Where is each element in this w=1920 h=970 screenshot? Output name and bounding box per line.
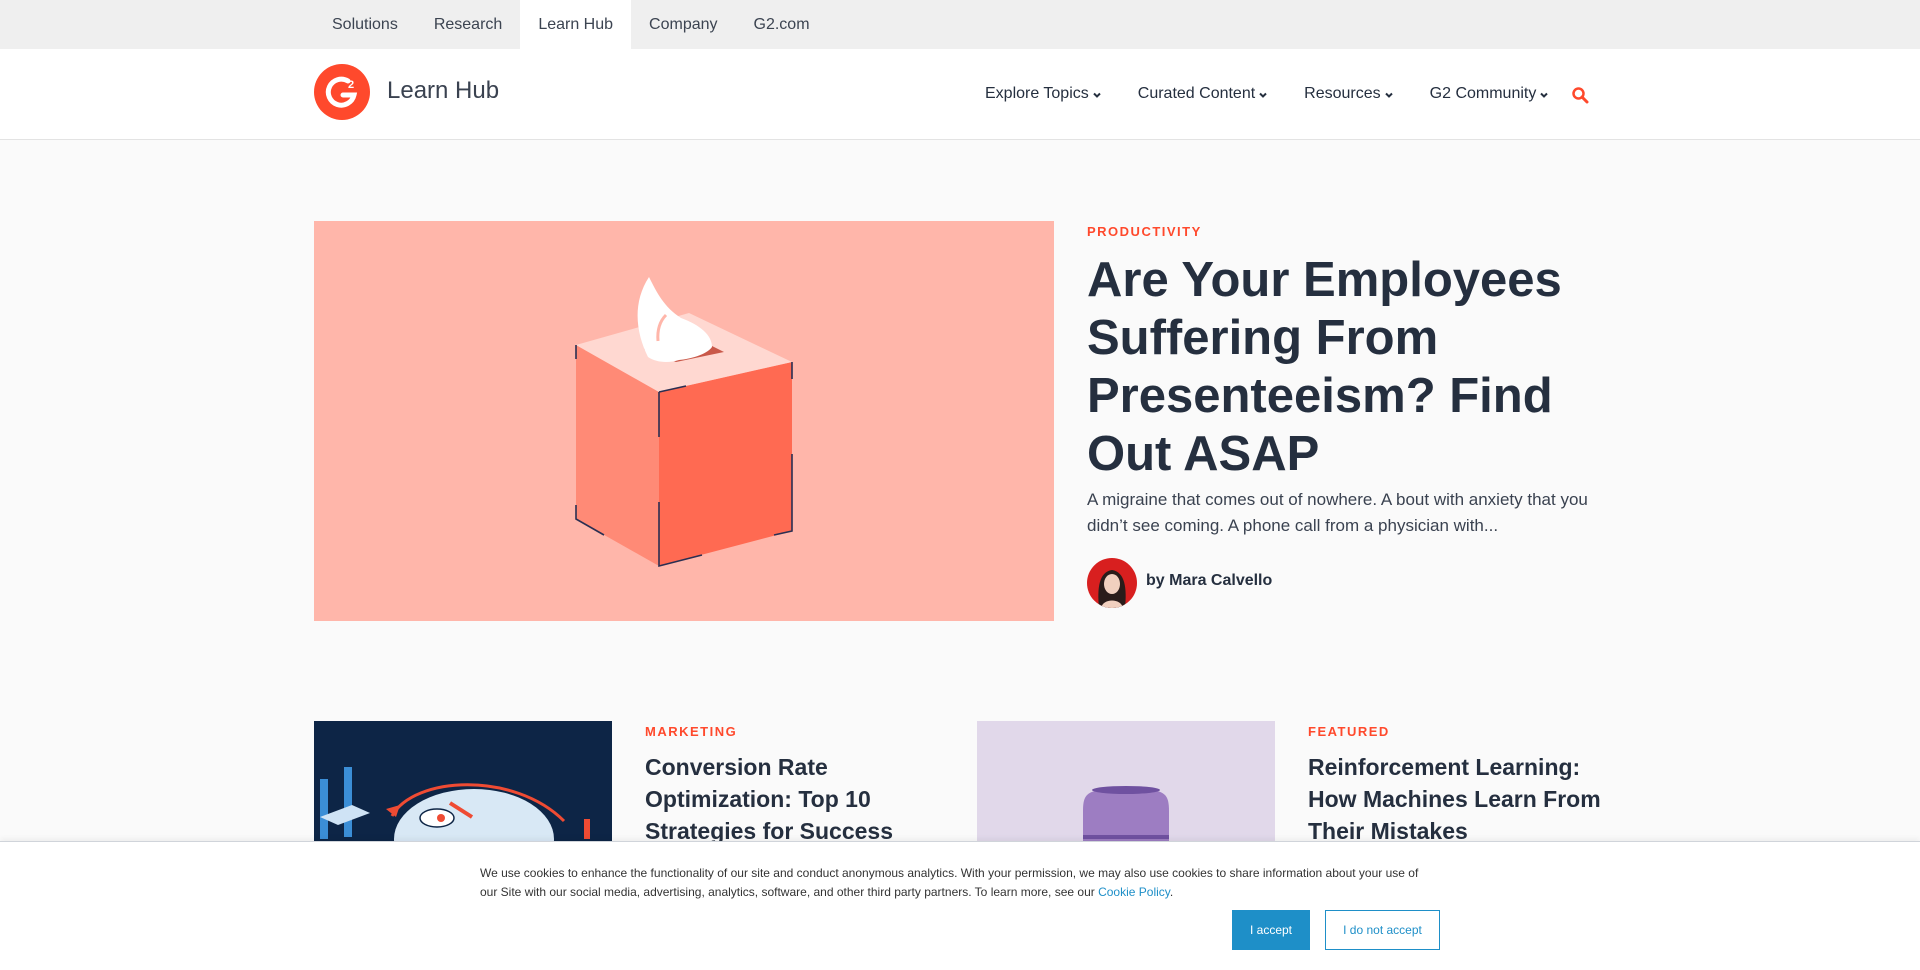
nav-resources-label: Resources — [1304, 85, 1381, 102]
hero-excerpt: A migraine that comes out of nowhere. A … — [1087, 490, 1588, 535]
main-nav: Explore Topics Curated Content Resources… — [985, 85, 1585, 103]
avatar[interactable] — [1087, 558, 1137, 608]
top-tab-company[interactable]: Company — [631, 0, 735, 49]
cookie-message-end: . — [1169, 885, 1174, 899]
decline-cookies-button[interactable]: I do not accept — [1325, 910, 1440, 950]
nav-explore-topics-label: Explore Topics — [985, 85, 1089, 102]
chevron-down-icon — [1384, 92, 1393, 98]
nav-curated-content[interactable]: Curated Content — [1138, 85, 1268, 103]
hero-image[interactable] — [314, 221, 1054, 621]
hero-title[interactable]: Are Your Employees Suffering From Presen… — [1087, 251, 1627, 483]
card-illustration-marketing — [320, 767, 590, 841]
card-illustration-featured — [1083, 786, 1169, 841]
g2-logo[interactable]: 2 — [314, 64, 370, 120]
top-tab-solutions[interactable]: Solutions — [314, 0, 416, 49]
card-title-conversion-rate[interactable]: Conversion Rate Optimization: Top 10 Str… — [645, 751, 955, 847]
cookie-text: We use cookies to enhance the functional… — [480, 864, 1430, 902]
chevron-down-icon — [1540, 92, 1549, 98]
hero-category[interactable]: PRODUCTIVITY — [1087, 224, 1202, 239]
top-tabs: Solutions Research Learn Hub Company G2.… — [314, 0, 828, 49]
top-utility-bar: Solutions Research Learn Hub Company G2.… — [0, 0, 1920, 49]
card-category-marketing[interactable]: MARKETING — [645, 724, 737, 739]
nav-g2-community[interactable]: G2 Community — [1430, 85, 1550, 103]
card-image-featured[interactable] — [977, 721, 1275, 841]
top-tab-research[interactable]: Research — [416, 0, 520, 49]
site-title[interactable]: Learn Hub — [387, 77, 499, 105]
nav-resources[interactable]: Resources — [1304, 85, 1393, 103]
main-header: 2 Learn Hub Explore Topics Curated Conte… — [0, 49, 1920, 140]
svg-text:2: 2 — [348, 79, 354, 91]
nav-g2-community-label: G2 Community — [1429, 85, 1537, 102]
search-icon[interactable] — [1571, 86, 1589, 104]
cookie-policy-link[interactable]: Cookie Policy — [1098, 885, 1170, 899]
card-category-featured[interactable]: FEATURED — [1308, 724, 1390, 739]
chevron-down-icon — [1093, 92, 1101, 98]
g2-logo-icon: 2 — [325, 76, 358, 108]
card-image-marketing[interactable] — [314, 721, 612, 841]
cookie-message: We use cookies to enhance the functional… — [480, 866, 1419, 899]
chevron-down-icon — [1259, 92, 1267, 98]
hero-author[interactable]: by Mara Calvello — [1146, 572, 1272, 590]
card-title-reinforcement-learning[interactable]: Reinforcement Learning: How Machines Lea… — [1308, 751, 1618, 847]
nav-curated-content-label: Curated Content — [1137, 85, 1256, 102]
author-portrait-icon — [1098, 570, 1126, 608]
top-tab-learn-hub[interactable]: Learn Hub — [520, 0, 632, 49]
top-tab-g2-com[interactable]: G2.com — [736, 0, 828, 49]
cookie-banner: We use cookies to enhance the functional… — [0, 841, 1920, 970]
tissue-box-illustration — [575, 277, 793, 568]
nav-explore-topics[interactable]: Explore Topics — [985, 85, 1102, 103]
accept-cookies-button[interactable]: I accept — [1232, 910, 1310, 950]
